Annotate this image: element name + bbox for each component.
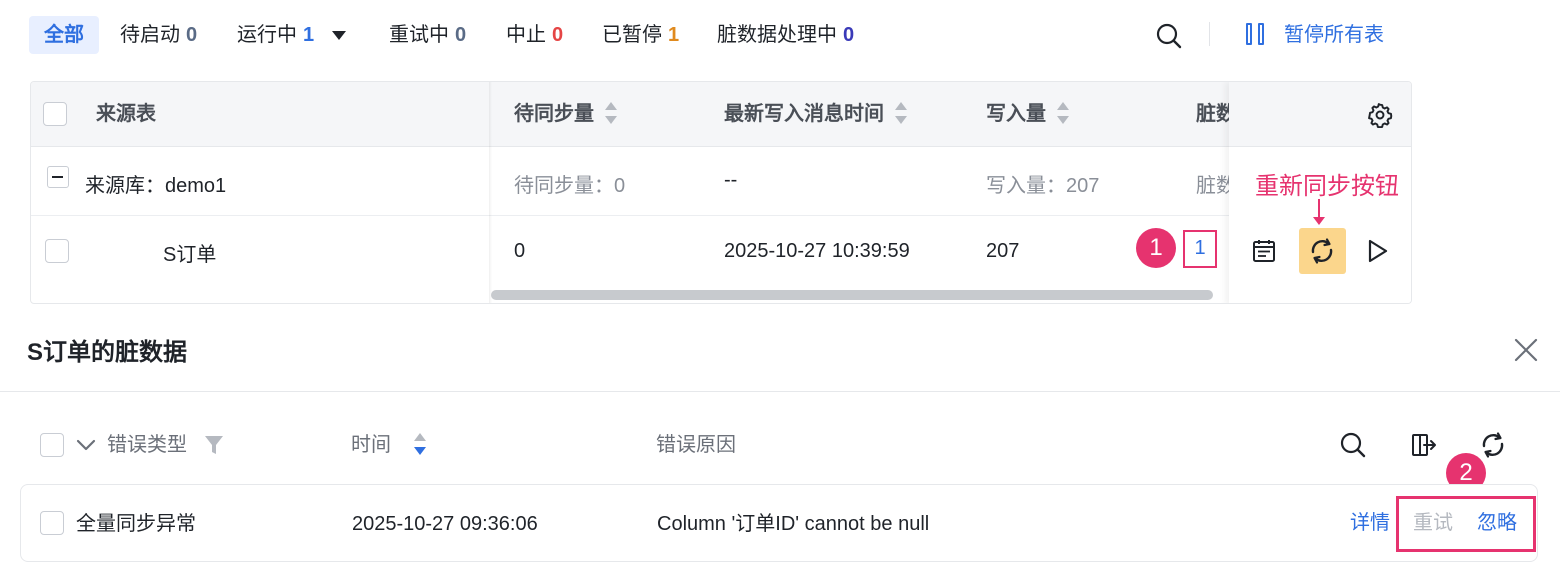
pause-all-label: 暂停所有表 [1284,24,1384,46]
row-name: S订单 [163,244,217,266]
tab-dirty-label: 脏数据处理中 [717,24,837,46]
col-latest-msg-time[interactable]: 最新写入消息时间 [724,82,908,147]
search-icon[interactable] [1155,22,1183,50]
chevron-down-icon[interactable] [332,31,346,40]
collapse-icon[interactable] [47,166,69,188]
col-error-type: 错误类型 [107,434,187,456]
resync-button[interactable] [1299,228,1346,274]
tab-stopped-label: 中止 [506,24,546,46]
tab-retrying[interactable]: 重试中 0 [389,16,466,54]
sort-icon[interactable] [413,432,427,455]
tab-dirty[interactable]: 脏数据处理中 0 [717,16,854,54]
error-reason: Column '订单ID' cannot be null [657,513,930,535]
status-tabs: 全部 待启动 0 运行中 1 重试中 0 中止 0 已暂停 1 脏数据处理中 0 暂停所有表 [0,0,1560,72]
tab-all[interactable]: 全部 [29,16,99,54]
calendar-icon[interactable] [1251,238,1277,264]
detail-link[interactable]: 详情 [1350,508,1390,538]
column-shadow [489,82,492,303]
row-checkbox[interactable] [40,511,64,535]
col-write-count[interactable]: 写入量 [986,82,1070,147]
tab-paused-count: 1 [668,24,680,46]
row-checkbox[interactable] [45,239,69,263]
error-time: 2025-10-27 09:36:06 [352,513,538,535]
group-latest: -- [724,169,738,191]
retry-link[interactable]: 重试 [1413,508,1453,538]
error-type: 全量同步异常 [76,513,196,535]
group-row: 来源库：demo1 待同步量：0 -- 写入量：207 脏数 [31,147,1411,216]
group-pending: 待同步量：0 [514,175,626,197]
group-label: 来源库：demo1 [85,175,227,197]
tab-paused[interactable]: 已暂停 1 [602,16,679,54]
row-write: 207 [986,240,1020,262]
col-pending-sync[interactable]: 待同步量 [514,82,618,147]
col-pending-sync-label: 待同步量 [514,103,594,125]
sort-icon[interactable] [1056,101,1070,124]
divider [0,391,1560,392]
export-icon[interactable] [1410,432,1438,458]
tab-stopped[interactable]: 中止 0 [506,16,563,54]
col-write-count-label: 写入量 [986,103,1046,125]
tab-running-count: 1 [303,24,315,46]
resync-icon [1311,238,1333,264]
row-latest: 2025-10-27 10:39:59 [724,240,910,262]
tab-retrying-count: 0 [455,24,467,46]
annotation-resync-label: 重新同步按钮 [1255,173,1399,200]
annotation-arrow [1313,199,1325,225]
play-icon[interactable] [1366,238,1390,264]
sort-icon[interactable] [604,101,618,124]
tab-pending[interactable]: 待启动 0 [120,16,197,54]
fixed-actions-header [1229,82,1411,147]
refresh-icon[interactable] [1479,431,1507,459]
sync-table: 来源表 待同步量 最新写入消息时间 写入量 脏数 来源库：demo1 待同步量：… [30,81,1412,304]
col-source: 来源表 [96,103,156,125]
col-time-label: 时间 [351,434,391,456]
search-icon[interactable] [1339,431,1367,459]
gear-icon[interactable] [1367,102,1393,128]
chevron-down-icon[interactable] [76,437,96,453]
col-time[interactable]: 时间 [351,430,427,460]
col-error-reason: 错误原因 [656,434,736,456]
tab-dirty-count: 0 [843,24,855,46]
select-all-checkbox[interactable] [43,102,67,126]
tab-running-label: 运行中 [237,24,297,46]
tab-pending-count: 0 [186,24,198,46]
table-header: 来源表 待同步量 最新写入消息时间 写入量 脏数 [31,82,1411,147]
dirty-count-link[interactable]: 1 [1183,230,1217,268]
table-row: 全量同步异常 2025-10-27 09:36:06 Column '订单ID'… [20,484,1538,562]
filter-icon[interactable] [204,434,224,456]
sort-icon[interactable] [894,101,908,124]
horizontal-scrollbar[interactable] [491,290,1213,300]
close-icon[interactable] [1512,336,1540,364]
panel-title: S订单的脏数据 [27,339,188,366]
tab-running[interactable]: 运行中 1 [237,16,314,54]
col-latest-msg-time-label: 最新写入消息时间 [724,103,884,125]
annotation-badge-1: 1 [1136,228,1176,268]
select-all-errors-checkbox[interactable] [40,433,64,457]
row-pending: 0 [514,240,526,262]
divider [1209,22,1210,46]
tab-stopped-count: 0 [552,24,564,46]
tab-retrying-label: 重试中 [389,24,449,46]
pause-icon [1246,22,1268,45]
ignore-link[interactable]: 忽略 [1477,508,1517,538]
group-write: 写入量：207 [986,175,1100,197]
tab-pending-label: 待启动 [120,24,180,46]
tab-paused-label: 已暂停 [602,24,662,46]
pause-all-button[interactable]: 暂停所有表 [1246,16,1384,54]
